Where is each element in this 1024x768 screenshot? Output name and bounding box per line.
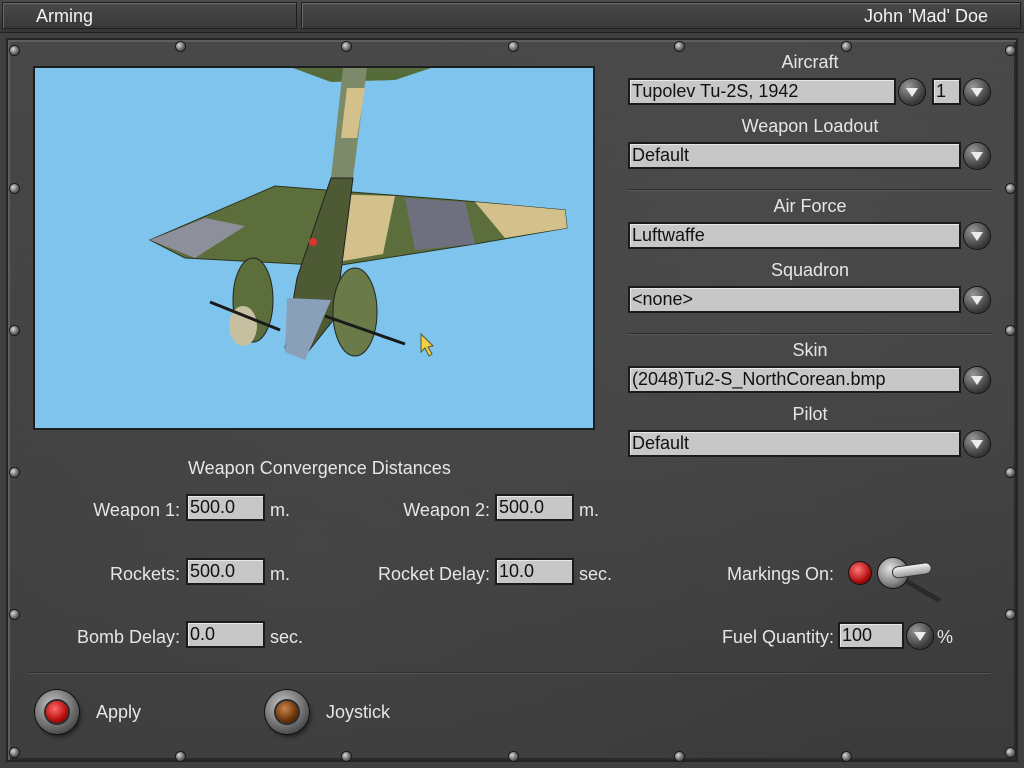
weapon-loadout-select[interactable]: Default <box>628 142 961 169</box>
weapon2-input[interactable]: 500.0 <box>495 494 574 521</box>
rivet-icon <box>342 752 351 761</box>
rivet-icon <box>1006 326 1015 335</box>
squadron-select[interactable]: <none> <box>628 286 961 313</box>
squadron-label: Squadron <box>770 260 850 280</box>
joystick-button[interactable] <box>265 690 309 734</box>
aircraft-dropdown-chevron-down-icon[interactable] <box>899 79 925 105</box>
fuel-quantity-select[interactable]: 100 <box>838 622 904 649</box>
rivet-icon <box>10 468 19 477</box>
apply-button[interactable] <box>35 690 79 734</box>
rocket-delay-input[interactable]: 10.0 <box>495 558 574 585</box>
weapon-loadout-dropdown-chevron-down-icon[interactable] <box>964 143 990 169</box>
aircraft-select[interactable]: Tupolev Tu-2S, 1942 <box>628 78 896 105</box>
skin-select[interactable]: (2048)Tu2-S_NorthCorean.bmp <box>628 366 961 393</box>
section-divider <box>628 333 992 335</box>
rivet-icon <box>509 42 518 51</box>
air-force-select[interactable]: Luftwaffe <box>628 222 961 249</box>
aircraft-label: Aircraft <box>781 52 839 72</box>
air-force-label: Air Force <box>773 196 847 216</box>
rivet-icon <box>10 46 19 55</box>
convergence-title: Weapon Convergence Distances <box>188 458 451 478</box>
pilot-dropdown-chevron-down-icon[interactable] <box>964 431 990 457</box>
rivet-icon <box>1006 748 1015 757</box>
fuel-quantity-dropdown-chevron-down-icon[interactable] <box>907 623 933 649</box>
rocket-delay-label: Rocket Delay: <box>377 564 490 584</box>
weapon2-label: Weapon 2: <box>403 500 490 520</box>
rivet-icon <box>675 42 684 51</box>
aircraft-3d-model <box>148 68 568 360</box>
rockets-input[interactable]: 500.0 <box>186 558 265 585</box>
bomb-delay-label: Bomb Delay: <box>76 627 180 647</box>
camo-patch <box>405 198 475 250</box>
markings-label: Markings On: <box>726 564 834 584</box>
rivet-icon <box>842 42 851 51</box>
weapon-loadout-label: Weapon Loadout <box>741 116 879 136</box>
bottom-divider <box>30 672 990 674</box>
weapon1-input[interactable]: 500.0 <box>186 494 265 521</box>
rivet-icon <box>1006 46 1015 55</box>
fuel-quantity-label: Fuel Quantity: <box>721 627 834 647</box>
rivet-icon <box>842 752 851 761</box>
rocket-delay-unit: sec. <box>579 564 613 584</box>
aircraft-count-dropdown-chevron-down-icon[interactable] <box>964 79 990 105</box>
pilot-label: Pilot <box>792 404 828 424</box>
squadron-dropdown-chevron-down-icon[interactable] <box>964 287 990 313</box>
rockets-unit: m. <box>270 564 290 584</box>
rivet-icon <box>509 752 518 761</box>
skin-dropdown-chevron-down-icon[interactable] <box>964 367 990 393</box>
joystick-button-label[interactable]: Joystick <box>326 702 390 723</box>
rivet-icon <box>10 326 19 335</box>
aircraft-preview[interactable] <box>33 66 595 430</box>
joystick-button-lamp-icon <box>276 701 298 723</box>
markings-indicator-lamp-icon <box>849 562 871 584</box>
rivet-icon <box>675 752 684 761</box>
bomb-delay-unit: sec. <box>270 627 304 647</box>
skin-label: Skin <box>792 340 828 360</box>
weapon1-label: Weapon 1: <box>93 500 180 520</box>
rivet-icon <box>176 42 185 51</box>
pilot-name: John 'Mad' Doe <box>864 6 988 26</box>
mouse-cursor-icon <box>420 332 435 357</box>
rivet-icon <box>176 752 185 761</box>
rivet-icon <box>1006 468 1015 477</box>
title-bar: Arming John 'Mad' Doe <box>0 0 1024 33</box>
rivet-icon <box>1006 610 1015 619</box>
aircraft-count-select[interactable]: 1 <box>932 78 961 105</box>
weapon2-unit: m. <box>579 500 599 520</box>
rivet-icon <box>10 184 19 193</box>
pilot-select[interactable]: Default <box>628 430 961 457</box>
weapon1-unit: m. <box>270 500 290 520</box>
section-divider <box>628 189 992 191</box>
air-force-dropdown-chevron-down-icon[interactable] <box>964 223 990 249</box>
apply-button-lamp-icon <box>46 701 68 723</box>
apply-button-label[interactable]: Apply <box>96 702 141 723</box>
rivet-icon <box>10 748 19 757</box>
rockets-label: Rockets: <box>109 564 180 584</box>
rivet-icon <box>10 610 19 619</box>
right-engine-nacelle <box>332 267 378 357</box>
rivet-icon <box>342 42 351 51</box>
rivet-icon <box>1006 184 1015 193</box>
screen-title: Arming <box>36 6 94 26</box>
aircraft-roundel <box>309 238 317 246</box>
bomb-delay-input[interactable]: 0.0 <box>186 621 265 648</box>
fuel-quantity-unit: % <box>937 627 954 647</box>
